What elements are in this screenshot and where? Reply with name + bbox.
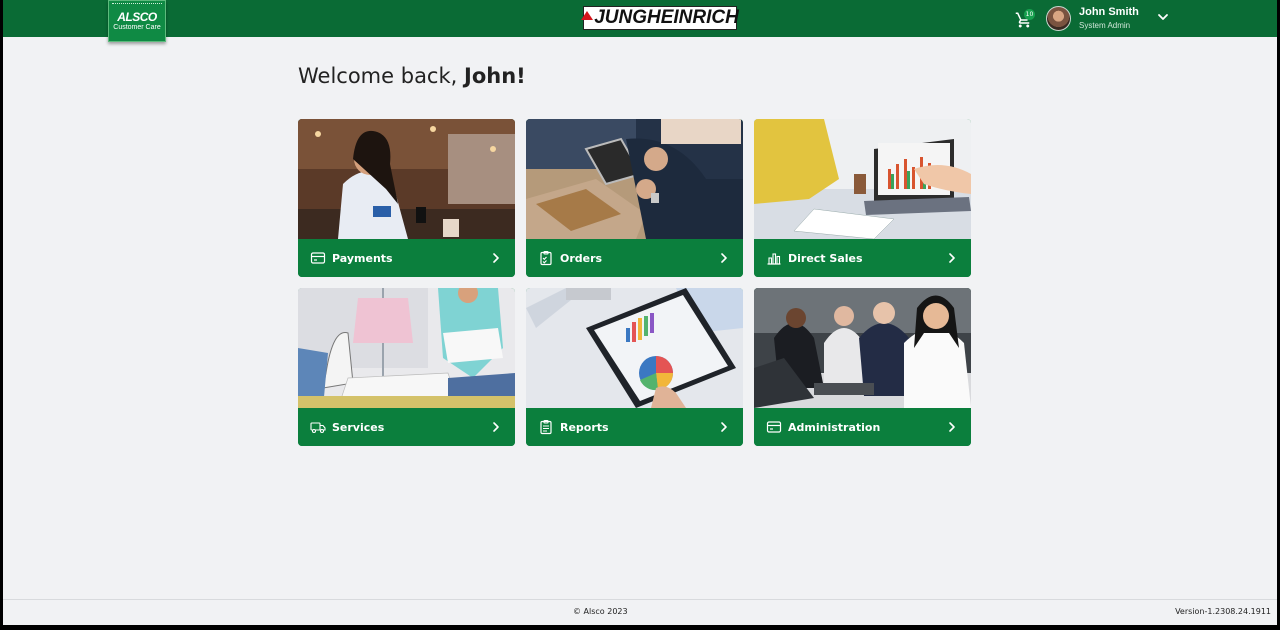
user-name[interactable]: John Smith — [1079, 6, 1139, 18]
alsco-sub-text: Customer Care — [113, 24, 161, 31]
card-reports[interactable]: Reports — [526, 288, 743, 446]
payments-photo — [298, 119, 515, 239]
chevron-right-icon — [721, 422, 727, 432]
card-orders[interactable]: Orders — [526, 119, 743, 277]
clipboard-list-icon — [540, 419, 552, 435]
jungheinrich-brand-text: JUNGHEINRICH — [594, 7, 739, 28]
jungheinrich-logo: JUNGHEINRICH — [581, 6, 739, 30]
welcome-heading: Welcome back, John! — [298, 64, 526, 88]
chevron-right-icon — [493, 422, 499, 432]
card-reports-label: Reports — [560, 420, 609, 434]
welcome-name: John! — [464, 64, 526, 88]
avatar[interactable] — [1046, 6, 1071, 31]
card-direct-sales-bar[interactable]: Direct Sales — [754, 239, 971, 277]
direct-sales-photo — [754, 119, 971, 239]
card-payments[interactable]: Payments — [298, 119, 515, 277]
welcome-prefix: Welcome back, — [298, 64, 464, 88]
card-services-label: Services — [332, 420, 385, 434]
credit-card-icon — [766, 421, 782, 433]
card-orders-label: Orders — [560, 251, 603, 265]
chevron-right-icon — [493, 253, 499, 263]
card-administration-label: Administration — [788, 420, 881, 434]
card-direct-sales[interactable]: Direct Sales — [754, 119, 971, 277]
card-orders-bar[interactable]: Orders — [526, 239, 743, 277]
card-payments-bar[interactable]: Payments — [298, 239, 515, 277]
administration-photo — [754, 288, 971, 408]
chevron-right-icon — [949, 253, 955, 263]
truck-icon — [310, 422, 326, 434]
chevron-down-icon[interactable] — [1157, 11, 1169, 23]
card-services-bar[interactable]: Services — [298, 408, 515, 446]
card-services[interactable]: Services — [298, 288, 515, 446]
top-bar: ALSCO Customer Care JUNGHEINRICH 10 John… — [3, 0, 1277, 42]
copyright-text: © Alsco 2023 — [573, 607, 628, 616]
card-administration-bar[interactable]: Administration — [754, 408, 971, 446]
user-role: System Admin — [1079, 21, 1131, 30]
card-payments-label: Payments — [332, 251, 393, 265]
services-photo — [298, 288, 515, 408]
clipboard-check-icon — [540, 250, 552, 266]
app-frame: ALSCO Customer Care JUNGHEINRICH 10 John… — [3, 0, 1277, 625]
card-direct-sales-label: Direct Sales — [788, 251, 863, 265]
footer: © Alsco 2023 Version-1.2308.24.1911 — [3, 599, 1277, 625]
logo-arrow-icon — [581, 10, 594, 20]
reports-photo — [526, 288, 743, 408]
version-text: Version-1.2308.24.1911 — [1175, 607, 1271, 616]
card-reports-bar[interactable]: Reports — [526, 408, 743, 446]
orders-photo — [526, 119, 743, 239]
logo-stitch-decoration — [112, 3, 162, 4]
credit-card-icon — [310, 252, 326, 264]
card-administration[interactable]: Administration — [754, 288, 971, 446]
cart-count-badge: 10 — [1024, 9, 1035, 20]
chevron-right-icon — [721, 253, 727, 263]
bar-chart-icon — [767, 253, 781, 265]
alsco-brand-text: ALSCO — [117, 10, 157, 24]
chevron-right-icon — [949, 422, 955, 432]
alsco-logo[interactable]: ALSCO Customer Care — [108, 0, 166, 42]
